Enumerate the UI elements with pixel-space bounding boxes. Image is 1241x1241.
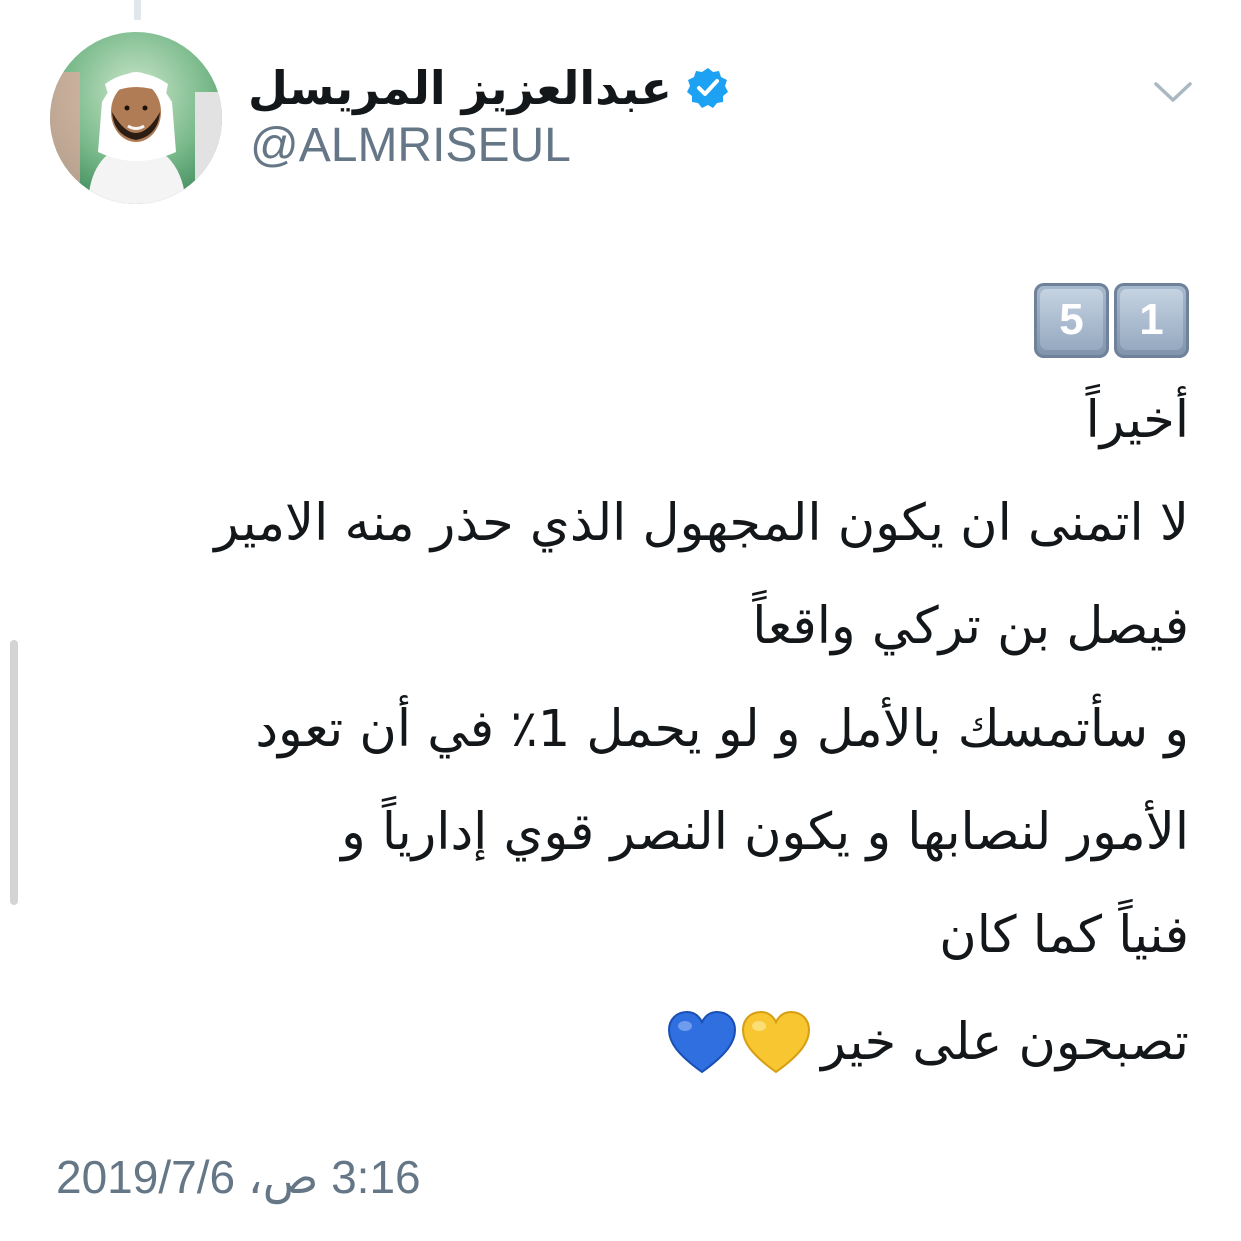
heart-emojis [665,1008,813,1078]
tweet-line: و سأتمسك بالأمل و لو يحمل 1٪ في أن تعود [255,700,1189,759]
tweet-line: فنياً كما كان [939,906,1189,965]
tweet-timestamp[interactable]: 3:16 ص، 2019/7/6 [56,1150,421,1204]
author-row[interactable]: عبدالعزيز المريسل [248,58,730,118]
keycap-emoji-row: 1 5 [69,283,1189,359]
avatar[interactable] [50,32,222,204]
closing-line: تصبحون على خير [69,991,1189,1094]
chevron-down-icon[interactable] [1150,72,1196,112]
author-handle[interactable]: @ALMRISEUL [250,118,571,173]
tweet-text: 1 5 أخيراً لا اتمنى ان يكون المجهول الذي… [69,283,1189,1094]
thread-connector-line [134,0,141,20]
tweet-line: أخيراً [1085,391,1189,450]
blue-heart-icon [668,1010,737,1073]
yellow-heart-icon [742,1010,811,1073]
author-display-name[interactable]: عبدالعزيز المريسل [248,61,672,115]
keycap-five-icon: 5 [1034,283,1109,358]
avatar-photo [50,32,222,204]
scroll-indicator[interactable] [10,640,18,905]
tweet-line: الأمور لنصابها و يكون النصر قوي إدارياً … [341,803,1189,862]
verified-badge-icon [686,68,728,108]
keycap-one-icon: 1 [1114,283,1189,358]
closing-text: تصبحون على خير [821,1013,1189,1072]
tweet-line: لا اتمنى ان يكون المجهول الذي حذر منه ال… [214,494,1189,553]
tweet-line: فيصل بن تركي واقعاً [752,597,1189,656]
